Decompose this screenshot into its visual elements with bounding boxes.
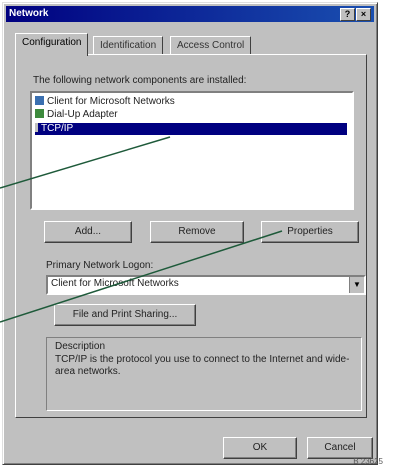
components-heading: The following network components are ins… (33, 75, 247, 86)
properties-button[interactable]: Properties (261, 221, 359, 243)
window-title: Network (9, 8, 49, 19)
client-icon (35, 96, 44, 105)
description-title: Description (55, 341, 106, 352)
file-print-sharing-button[interactable]: File and Print Sharing... (54, 304, 196, 326)
tab-access-control[interactable]: Access Control (170, 36, 252, 55)
adapter-icon (35, 109, 44, 118)
components-listbox[interactable]: Client for Microsoft Networks Dial-Up Ad… (30, 91, 354, 210)
description-group: Description TCP/IP is the protocol you u… (46, 337, 362, 411)
chevron-down-icon[interactable]: ▼ (349, 277, 364, 293)
close-button[interactable]: × (356, 8, 371, 21)
primary-logon-label: Primary Network Logon: (46, 260, 154, 271)
cancel-button[interactable]: Cancel (307, 437, 373, 459)
list-item[interactable]: Client for Microsoft Networks (35, 96, 347, 108)
list-item-selected[interactable]: TCP/IP (35, 123, 347, 135)
help-button[interactable]: ? (340, 8, 355, 21)
figure-code: B 23625 (353, 457, 383, 466)
tab-identification[interactable]: Identification (93, 36, 164, 55)
list-item-label: Client for Microsoft Networks (47, 96, 175, 107)
description-text: TCP/IP is the protocol you use to connec… (55, 354, 350, 377)
ok-button[interactable]: OK (223, 437, 297, 459)
list-item[interactable]: Dial-Up Adapter (35, 109, 347, 121)
title-bar[interactable]: Network ? × (6, 6, 374, 22)
protocol-icon (35, 123, 38, 132)
network-dialog: Network ? × Configuration Identification… (2, 2, 378, 465)
remove-button[interactable]: Remove (150, 221, 244, 243)
add-button[interactable]: Add... (44, 221, 132, 243)
list-item-label: TCP/IP (41, 123, 74, 134)
primary-logon-value: Client for Microsoft Networks (51, 278, 179, 289)
tab-configuration[interactable]: Configuration (15, 33, 89, 56)
list-item-label: Dial-Up Adapter (47, 109, 118, 120)
primary-logon-select[interactable]: Client for Microsoft Networks ▼ (46, 275, 366, 295)
